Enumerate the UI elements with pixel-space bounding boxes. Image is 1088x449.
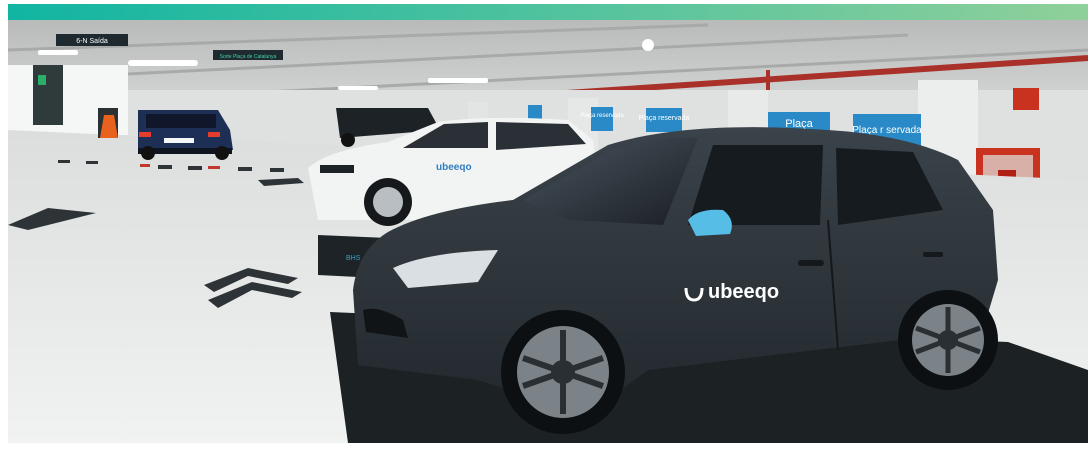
wall-sign-1-text: Plaça reservada xyxy=(580,113,624,119)
brand-gradient-bar xyxy=(8,4,1088,20)
parking-garage-photo: 6-N Saída Sorte Plaça de Catalunya Plaça… xyxy=(8,20,1088,443)
blue-car-rear xyxy=(138,110,233,160)
wall-sign-2-text: Plaça reservada xyxy=(639,115,690,122)
floor-marker-text: BHS xyxy=(346,255,361,262)
ceiling-sign-secondary-text: Sorte Plaça de Catalunya xyxy=(220,54,277,60)
fire-sign xyxy=(1013,88,1039,110)
ceiling-sign-text: 6-N Saída xyxy=(76,38,108,45)
image-frame: 6-N Saída Sorte Plaça de Catalunya Plaça… xyxy=(0,0,1088,449)
white-car-logo-text: ubeeqo xyxy=(436,162,472,173)
main-car-logo-text: ubeeqo xyxy=(708,281,779,303)
gradient-bar-graphic xyxy=(8,4,1088,20)
photo-illustration: 6-N Saída Sorte Plaça de Catalunya Plaça… xyxy=(8,20,1088,443)
